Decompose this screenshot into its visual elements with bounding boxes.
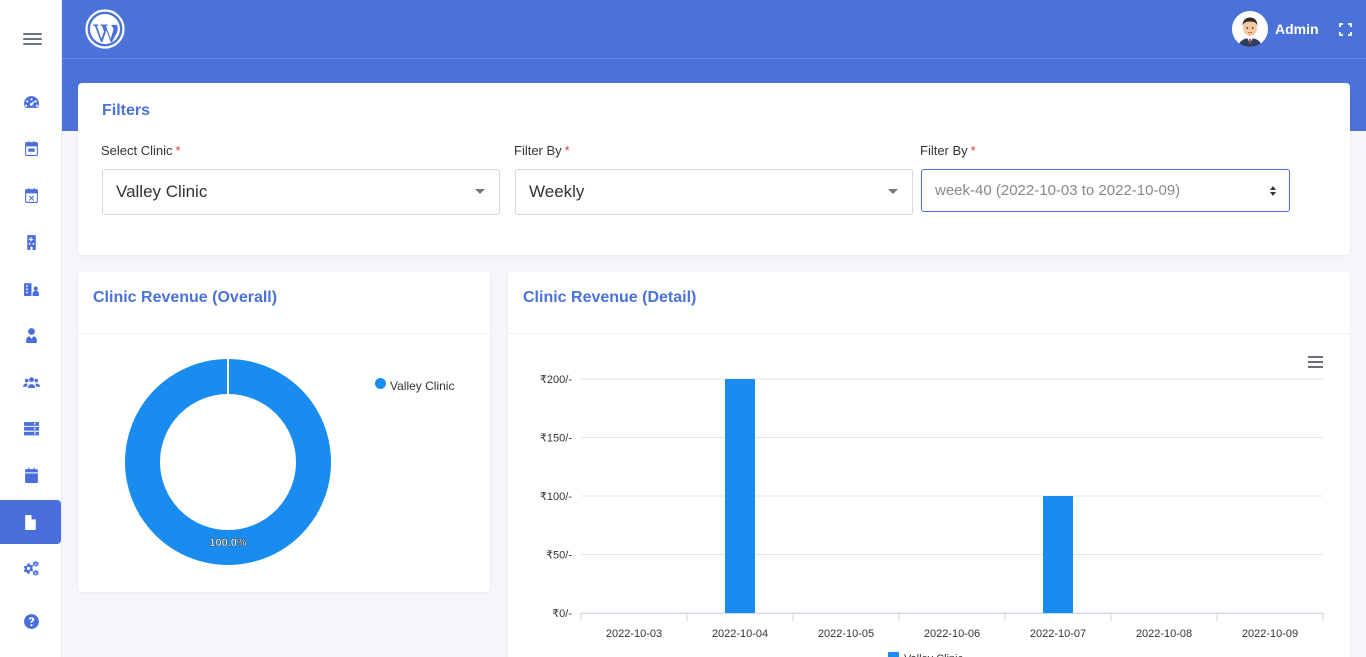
required-mark: *	[564, 143, 570, 158]
filter-by-label-text: Filter By	[514, 143, 562, 158]
user-avatar-icon	[1232, 11, 1268, 47]
sidebar-item-services[interactable]	[0, 406, 62, 450]
bar-2022-10-04[interactable]	[725, 379, 755, 613]
sidebar-item-holidays[interactable]	[0, 453, 62, 497]
chevron-down-icon	[888, 189, 898, 194]
overall-card-title: Clinic Revenue (Overall)	[93, 289, 278, 306]
sidebar-item-dashboard[interactable]	[0, 80, 62, 124]
y-tick-label: ₹50/-	[546, 550, 572, 562]
patients-icon	[22, 376, 40, 388]
x-tick-label: 2022-10-03	[606, 628, 662, 640]
x-tick-label: 2022-10-09	[1242, 628, 1298, 640]
help-icon	[23, 613, 39, 629]
menu-icon[interactable]	[23, 33, 42, 45]
services-icon	[23, 421, 39, 435]
x-tick-label: 2022-10-07	[1030, 628, 1086, 640]
sidebar-item-appointments[interactable]	[0, 126, 62, 170]
sidebar-item-doctors[interactable]	[0, 313, 62, 357]
select-clinic-label: Select Clinic *	[101, 143, 181, 158]
calendar-icon	[24, 140, 38, 156]
select-updown-icon	[1270, 186, 1276, 196]
legend-marker[interactable]	[375, 378, 386, 389]
header-divider	[62, 58, 1366, 59]
filters-title: Filters	[102, 102, 151, 119]
clinic-admin-icon	[23, 282, 39, 296]
sidebar-item-help[interactable]	[0, 599, 62, 643]
calendar-cancel-icon	[24, 187, 38, 203]
required-mark: *	[175, 143, 181, 158]
x-tick-label: 2022-10-04	[712, 628, 768, 640]
y-tick-label: ₹100/-	[540, 491, 572, 503]
sidebar	[0, 0, 62, 657]
sidebar-item-clinic-admin[interactable]	[0, 266, 62, 310]
x-tick-label: 2022-10-06	[924, 628, 980, 640]
filter-by-label: Filter By *	[514, 143, 570, 158]
week-select-value: week-40 (2022-10-03 to 2022-10-09)	[935, 182, 1181, 199]
legend-marker[interactable]	[888, 652, 899, 657]
week-filter-label: Filter By *	[920, 143, 976, 158]
sidebar-item-clinics[interactable]	[0, 220, 62, 264]
overall-donut-chart: 100.0%	[125, 358, 331, 565]
sidebar-item-sessions[interactable]	[0, 173, 62, 217]
sidebar-item-settings[interactable]	[0, 546, 62, 590]
detail-bar-chart: ₹0/- ₹50/- ₹100/- ₹150/- ₹200/- 2022-10-03 20…	[540, 374, 1324, 657]
x-tick-label: 2022-10-05	[818, 628, 874, 640]
detail-legend-label[interactable]: Valley Clinic	[904, 653, 964, 657]
week-filter-label-text: Filter By	[920, 143, 968, 158]
holiday-calendar-icon	[24, 467, 38, 483]
reports-icon	[25, 514, 36, 530]
avatar[interactable]	[1232, 11, 1268, 47]
dashboard-icon	[23, 95, 39, 108]
y-tick-label: ₹0/-	[552, 608, 572, 620]
chevron-down-icon	[475, 189, 485, 194]
required-mark: *	[970, 143, 976, 158]
hospital-icon	[26, 234, 36, 250]
clinic-select-value: Valley Clinic	[116, 182, 208, 201]
sidebar-item-patients[interactable]	[0, 360, 62, 404]
fullscreen-icon[interactable]	[1339, 23, 1352, 36]
select-clinic-label-text: Select Clinic	[101, 143, 173, 158]
card-divider	[78, 333, 490, 334]
donut-slice-valley-clinic[interactable]	[125, 359, 331, 565]
settings-icon	[23, 560, 39, 576]
y-tick-label: ₹150/-	[540, 433, 572, 445]
sidebar-item-reports[interactable]	[0, 500, 61, 544]
card-divider	[508, 333, 1350, 334]
y-tick-label: ₹200/-	[540, 374, 572, 386]
doctor-icon	[25, 327, 37, 343]
detail-card-title: Clinic Revenue (Detail)	[523, 289, 697, 306]
bar-2022-10-07[interactable]	[1043, 496, 1073, 613]
week-select[interactable]: week-40 (2022-10-03 to 2022-10-09)	[921, 169, 1290, 212]
filters-card: Filters Select Clinic * Valley Clinic Fil…	[78, 83, 1350, 255]
x-tick-label: 2022-10-08	[1136, 628, 1192, 640]
donut-percent-label: 100.0%	[209, 537, 247, 549]
user-name[interactable]: Admin	[1275, 21, 1319, 37]
wordpress-logo[interactable]	[85, 9, 125, 49]
overall-legend-label[interactable]: Valley Clinic	[390, 379, 454, 393]
filter-by-select-value: Weekly	[529, 182, 585, 201]
clinic-select[interactable]: Valley Clinic	[102, 169, 500, 215]
filter-by-select[interactable]: Weekly	[515, 169, 913, 215]
